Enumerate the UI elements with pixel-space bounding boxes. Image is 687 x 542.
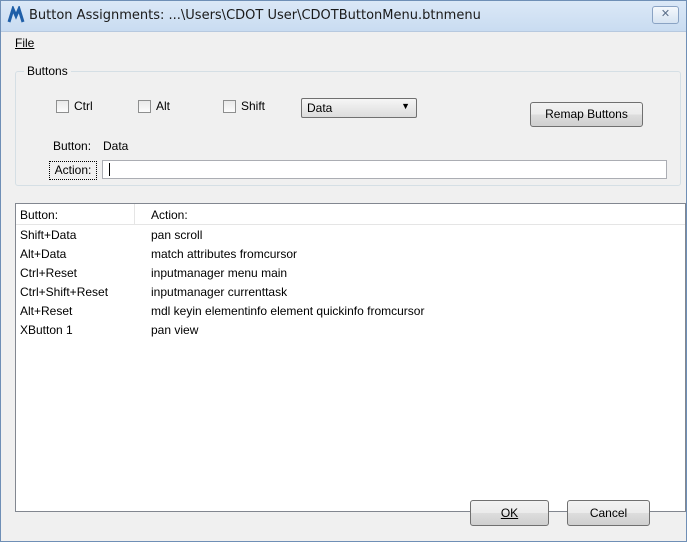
buttons-group-legend: Buttons — [24, 64, 71, 78]
alt-checkbox[interactable] — [138, 100, 151, 113]
list-header: Button: Action: — [16, 204, 685, 225]
ctrl-checkbox-label[interactable]: Ctrl — [74, 99, 93, 113]
close-icon: ✕ — [660, 8, 671, 20]
title-bar: Button Assignments: ...\Users\CDOT User\… — [1, 1, 686, 32]
menu-file[interactable]: File — [15, 36, 34, 50]
menu-bar: File — [1, 32, 686, 54]
column-header-button[interactable]: Button: — [20, 208, 58, 222]
row-button-cell: Ctrl+Reset — [20, 266, 78, 280]
button-select-dropdown[interactable]: Data ▼ — [301, 98, 417, 118]
text-caret — [109, 163, 110, 176]
row-button-cell: Alt+Data — [20, 247, 67, 261]
ok-button-label: OK — [500, 506, 519, 520]
window-title: Button Assignments: ...\Users\CDOT User\… — [29, 8, 481, 23]
row-button-cell: XButton 1 — [20, 323, 73, 337]
button-select-value: Data — [307, 101, 333, 115]
close-button[interactable]: ✕ — [652, 6, 679, 24]
row-button-cell: Ctrl+Shift+Reset — [20, 285, 109, 299]
row-button-cell: Alt+Reset — [20, 304, 73, 318]
ctrl-checkbox[interactable] — [56, 100, 69, 113]
row-action-cell: pan view — [151, 323, 199, 337]
button-value: Data — [103, 139, 129, 153]
cancel-button[interactable]: Cancel — [567, 500, 650, 526]
remap-buttons-button[interactable]: Remap Buttons — [530, 102, 643, 127]
row-action-cell: mdl keyin elementinfo element quickinfo … — [151, 304, 425, 318]
row-action-cell: pan scroll — [151, 228, 203, 242]
table-row[interactable]: Alt+Reset mdl keyin elementinfo element … — [16, 302, 685, 321]
row-button-cell: Shift+Data — [20, 228, 77, 242]
table-row[interactable]: Shift+Data pan scroll — [16, 226, 685, 245]
row-action-cell: match attributes fromcursor — [151, 247, 298, 261]
action-input[interactable] — [102, 160, 667, 179]
row-action-cell: inputmanager currenttask — [151, 285, 288, 299]
assignments-list[interactable]: Button: Action: Shift+Data pan scroll Al… — [15, 203, 686, 512]
action-label: Action: — [49, 161, 97, 180]
column-header-action[interactable]: Action: — [151, 208, 188, 222]
column-divider[interactable] — [134, 204, 135, 224]
row-action-cell: inputmanager menu main — [151, 266, 288, 280]
table-row[interactable]: XButton 1 pan view — [16, 321, 685, 340]
button-label: Button: — [53, 139, 92, 153]
table-row[interactable]: Alt+Data match attributes fromcursor — [16, 245, 685, 264]
shift-checkbox[interactable] — [223, 100, 236, 113]
shift-checkbox-label[interactable]: Shift — [241, 99, 265, 113]
table-row[interactable]: Ctrl+Reset inputmanager menu main — [16, 264, 685, 283]
menu-file-label: File — [15, 36, 35, 50]
table-row[interactable]: Ctrl+Shift+Reset inputmanager currenttas… — [16, 283, 685, 302]
ok-button[interactable]: OK — [470, 500, 549, 526]
alt-checkbox-label[interactable]: Alt — [156, 99, 170, 113]
microstation-app-icon — [7, 6, 25, 23]
chevron-down-icon: ▼ — [401, 101, 410, 111]
